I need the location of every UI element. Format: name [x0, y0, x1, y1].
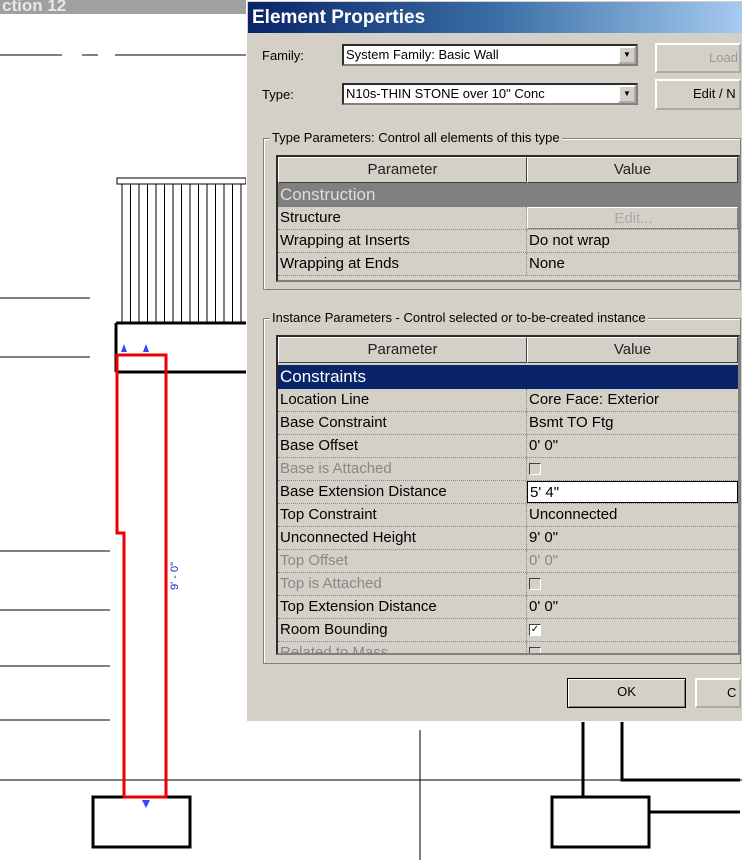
parameter-row[interactable]: Unconnected Height 9' 0" [278, 527, 738, 550]
checkbox-icon[interactable] [529, 578, 541, 591]
parameter-value[interactable]: 0' 0" [527, 550, 738, 572]
dialog-title-bar[interactable]: Element Properties [248, 2, 742, 33]
parameter-name: Base Extension Distance [278, 481, 527, 503]
height-dimension: 9' - 0" [169, 562, 181, 590]
parameter-row[interactable]: Base Constraint Bsmt TO Ftg [278, 412, 738, 435]
load-button[interactable]: Load [655, 43, 741, 73]
parameter-name: Related to Mass [278, 642, 527, 653]
type-parameters-legend: Type Parameters: Control all elements of… [270, 130, 562, 145]
parameter-row[interactable]: Wrapping at Inserts Do not wrap [278, 230, 738, 253]
checkbox-icon[interactable] [529, 463, 541, 476]
parameter-row[interactable]: Location Line Core Face: Exterior [278, 389, 738, 412]
parameter-value[interactable]: None [527, 253, 738, 275]
parameter-name: Room Bounding [278, 619, 527, 641]
parameter-name: Structure [278, 207, 527, 229]
checkbox-icon[interactable] [529, 647, 541, 653]
col-value: Value [527, 157, 738, 183]
type-dropdown[interactable]: N10s-THIN STONE over 10" Conc ▼ [342, 83, 638, 105]
col-parameter: Parameter [278, 157, 527, 183]
parameter-value[interactable]: 0' 0" [527, 596, 738, 618]
view-title: ction 12 [0, 0, 246, 14]
parameter-value[interactable]: Core Face: Exterior [527, 389, 738, 411]
parameter-value[interactable]: 5' 4" [527, 481, 738, 503]
parameter-value[interactable]: Bsmt TO Ftg [527, 412, 738, 434]
parameter-value[interactable]: 0' 0" [527, 435, 738, 457]
edit-new-button[interactable]: Edit / N [655, 79, 741, 110]
parameter-name: Wrapping at Inserts [278, 230, 527, 252]
type-parameters-group: Type Parameters: Control all elements of… [263, 130, 741, 290]
ok-button[interactable]: OK [567, 678, 686, 708]
element-properties-dialog: Element Properties Family: System Family… [246, 0, 742, 722]
parameter-name: Base is Attached [278, 458, 527, 480]
parameter-value[interactable]: Do not wrap [527, 230, 738, 252]
parameter-row[interactable]: Top is Attached [278, 573, 738, 596]
type-value: N10s-THIN STONE over 10" Conc [346, 86, 545, 101]
parameter-row[interactable]: Wrapping at Ends None [278, 253, 738, 276]
cancel-button[interactable]: C [695, 678, 741, 708]
parameter-name: Unconnected Height [278, 527, 527, 549]
parameter-row[interactable]: Room Bounding ✓ [278, 619, 738, 642]
instance-parameters-legend: Instance Parameters - Control selected o… [270, 310, 648, 325]
parameter-name: Top is Attached [278, 573, 527, 595]
parameter-name: Wrapping at Ends [278, 253, 527, 275]
parameter-row[interactable]: Top Extension Distance 0' 0" [278, 596, 738, 619]
type-label: Type: [262, 87, 294, 102]
parameter-name: Top Extension Distance [278, 596, 527, 618]
col-parameter: Parameter [278, 337, 527, 363]
parameter-row[interactable]: Structure Edit... [278, 207, 738, 230]
parameter-value[interactable]: Unconnected [527, 504, 738, 526]
instance-parameters-table: Parameter Value Constraints Location Line… [276, 335, 740, 655]
family-dropdown[interactable]: System Family: Basic Wall ▼ [342, 44, 638, 66]
parameter-name: Location Line [278, 389, 527, 411]
parameter-value[interactable]: 9' 0" [527, 527, 738, 549]
instance-parameters-group: Instance Parameters - Control selected o… [263, 310, 741, 664]
type-parameters-table: Parameter Value Construction Structure Edi… [276, 155, 740, 282]
parameter-row[interactable]: Top Offset 0' 0" [278, 550, 738, 573]
parameter-name: Base Offset [278, 435, 527, 457]
parameter-checkbox[interactable]: ✓ [527, 619, 738, 641]
checkbox-checked-icon[interactable]: ✓ [529, 624, 541, 637]
chevron-down-icon[interactable]: ▼ [618, 46, 636, 64]
col-value: Value [527, 337, 738, 363]
parameter-value[interactable]: Edit... [527, 207, 738, 229]
parameter-name: Base Constraint [278, 412, 527, 434]
parameter-row[interactable]: Base Extension Distance 5' 4" [278, 481, 738, 504]
category-construction: Construction [278, 183, 738, 207]
parameter-row[interactable]: Top Constraint Unconnected [278, 504, 738, 527]
parameter-row[interactable]: Related to Mass [278, 642, 738, 653]
family-value: System Family: Basic Wall [346, 47, 499, 62]
parameter-checkbox[interactable] [527, 458, 738, 480]
parameter-name: Top Offset [278, 550, 527, 572]
chevron-down-icon[interactable]: ▼ [618, 85, 636, 103]
parameter-checkbox[interactable] [527, 573, 738, 595]
parameter-row[interactable]: Base Offset 0' 0" [278, 435, 738, 458]
parameter-name: Top Constraint [278, 504, 527, 526]
parameter-row[interactable]: Base is Attached [278, 458, 738, 481]
family-label: Family: [262, 48, 304, 63]
category-constraints: Constraints [278, 365, 738, 389]
parameter-checkbox[interactable] [527, 642, 738, 653]
